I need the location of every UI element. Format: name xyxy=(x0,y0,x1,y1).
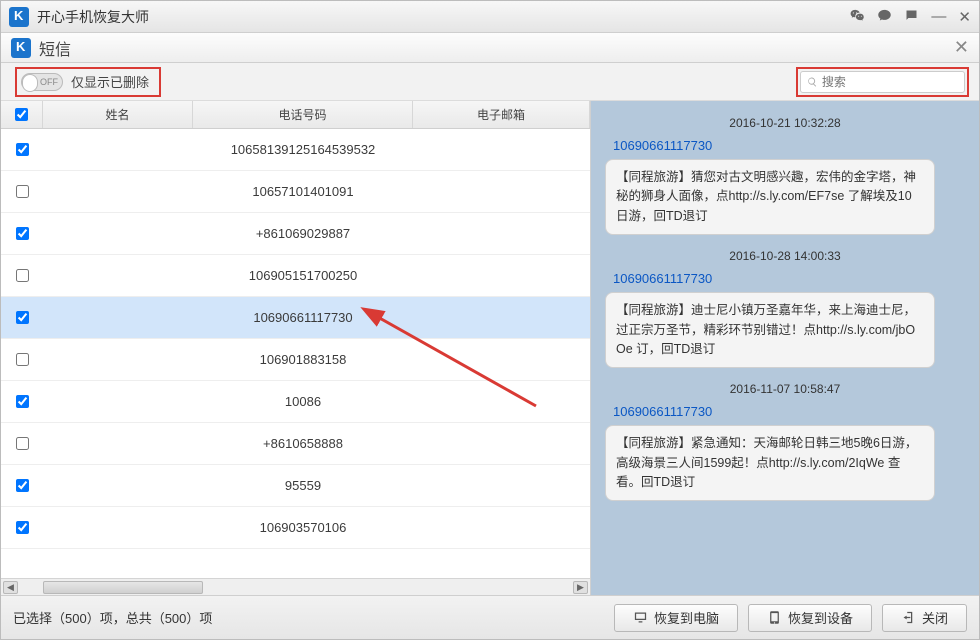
close-button[interactable]: ✕ xyxy=(958,8,971,26)
recover-pc-label: 恢复到电脑 xyxy=(654,608,719,627)
row-phone: +861069029887 xyxy=(193,226,413,241)
table-row[interactable]: 10657101401091 xyxy=(1,171,590,213)
row-checkbox-cell[interactable] xyxy=(1,395,43,408)
header-checkbox-cell[interactable] xyxy=(1,101,43,128)
table-row[interactable]: 95559 xyxy=(1,465,590,507)
table-row[interactable]: 106581391251645395​32 xyxy=(1,129,590,171)
table-body[interactable]: 106581391251645395​32 10657101401091 +8610… xyxy=(1,129,590,578)
row-checkbox[interactable] xyxy=(16,269,29,282)
chat-icon[interactable] xyxy=(877,8,892,26)
footer: 已选择（500）项，总共（500）项 恢复到电脑 恢复到设备 关闭 xyxy=(1,595,979,639)
table-row[interactable]: 106903570106 xyxy=(1,507,590,549)
status-text: 已选择（500）项，总共（500）项 xyxy=(13,608,604,627)
h-scrollbar[interactable]: ◀ ▶ xyxy=(1,578,590,595)
deleted-only-switch[interactable]: OFF xyxy=(21,73,63,91)
app-title: 开心手机恢复大师 xyxy=(37,7,850,27)
row-phone: 10657101401091 xyxy=(193,184,413,199)
message-group: 2016-10-21 10:32:28 10690661117730 【同程旅游】猜… xyxy=(605,116,965,235)
deleted-filter-box: OFF 仅显示已删除 xyxy=(15,67,161,97)
filter-row: OFF 仅显示已删除 xyxy=(1,63,979,101)
row-phone: 10086 xyxy=(193,394,413,409)
row-checkbox[interactable] xyxy=(16,185,29,198)
wechat-icon[interactable] xyxy=(850,8,865,26)
row-checkbox[interactable] xyxy=(16,227,29,240)
close-label: 关闭 xyxy=(922,608,948,627)
close-button-footer[interactable]: 关闭 xyxy=(882,604,967,632)
minimize-button[interactable]: — xyxy=(931,8,946,25)
hscroll-left[interactable]: ◀ xyxy=(3,581,18,594)
row-checkbox-cell[interactable] xyxy=(1,353,43,366)
select-all-checkbox[interactable] xyxy=(15,108,28,121)
row-checkbox-cell[interactable] xyxy=(1,185,43,198)
message-bubble[interactable]: 【同程旅游】迪士尼小镇万圣嘉年华，来上海迪士尼，过正宗万圣节，精彩环节别错过！点… xyxy=(605,292,935,368)
message-time: 2016-11-07 10:58:47 xyxy=(605,382,965,396)
section-logo xyxy=(11,38,31,58)
deleted-only-label: 仅显示已删除 xyxy=(71,72,149,91)
row-checkbox-cell[interactable] xyxy=(1,227,43,240)
recover-to-pc-button[interactable]: 恢复到电脑 xyxy=(614,604,738,632)
table-header: 姓名 电话号码 电子邮箱 xyxy=(1,101,590,129)
message-from: 10690661117730 xyxy=(613,271,965,286)
section-close[interactable]: ✕ xyxy=(954,37,969,58)
row-checkbox[interactable] xyxy=(16,311,29,324)
row-checkbox-cell[interactable] xyxy=(1,311,43,324)
row-checkbox[interactable] xyxy=(16,353,29,366)
recover-to-device-button[interactable]: 恢复到设备 xyxy=(748,604,872,632)
row-checkbox-cell[interactable] xyxy=(1,269,43,282)
titlebar: 开心手机恢复大师 — ✕ xyxy=(1,1,979,33)
search-input[interactable] xyxy=(822,75,958,89)
hscroll-right[interactable]: ▶ xyxy=(573,581,588,594)
search-field[interactable] xyxy=(800,71,965,93)
header-phone[interactable]: 电话号码 xyxy=(193,101,413,128)
row-phone: +8610658888 xyxy=(193,436,413,451)
left-table-panel: 姓名 电话号码 电子邮箱 106581391251645395​32 106571… xyxy=(1,101,591,595)
search-box-outline xyxy=(796,67,969,97)
table-row[interactable]: 10086 xyxy=(1,381,590,423)
message-bubble[interactable]: 【同程旅游】紧急通知：天海邮轮日韩三地5晚6日游，高级海景三人间1599起！点h… xyxy=(605,425,935,501)
row-checkbox[interactable] xyxy=(16,395,29,408)
row-phone: 95559 xyxy=(193,478,413,493)
feedback-icon[interactable] xyxy=(904,8,919,26)
row-phone: 106905151700250 xyxy=(193,268,413,283)
recover-dev-label: 恢复到设备 xyxy=(788,608,853,627)
row-checkbox-cell[interactable] xyxy=(1,143,43,156)
row-checkbox[interactable] xyxy=(16,521,29,534)
row-checkbox-cell[interactable] xyxy=(1,521,43,534)
row-phone: 10690661117730 xyxy=(193,310,413,325)
section-title: 短信 xyxy=(39,36,954,60)
row-checkbox[interactable] xyxy=(16,479,29,492)
pc-icon xyxy=(633,610,648,625)
message-time: 2016-10-21 10:32:28 xyxy=(605,116,965,130)
app-logo xyxy=(9,7,29,27)
header-name[interactable]: 姓名 xyxy=(43,101,193,128)
table-row[interactable]: +8610658888 xyxy=(1,423,590,465)
message-from: 10690661117730 xyxy=(613,138,965,153)
row-phone: 106901883158 xyxy=(193,352,413,367)
row-checkbox-cell[interactable] xyxy=(1,437,43,450)
message-from: 10690661117730 xyxy=(613,404,965,419)
table-row[interactable]: 106901883158 xyxy=(1,339,590,381)
exit-icon xyxy=(901,610,916,625)
message-group: 2016-10-28 14:00:33 10690661117730 【同程旅游】迪… xyxy=(605,249,965,368)
hscroll-thumb[interactable] xyxy=(43,581,203,594)
message-group: 2016-11-07 10:58:47 10690661117730 【同程旅游】紧… xyxy=(605,382,965,501)
search-icon xyxy=(807,76,818,88)
device-icon xyxy=(767,610,782,625)
message-bubble[interactable]: 【同程旅游】猜您对古文明感兴趣，宏伟的金字塔，神秘的狮身人面像，点http://… xyxy=(605,159,935,235)
row-checkbox[interactable] xyxy=(16,143,29,156)
header-email[interactable]: 电子邮箱 xyxy=(413,101,590,128)
section-header: 短信 ✕ xyxy=(1,33,979,63)
row-checkbox-cell[interactable] xyxy=(1,479,43,492)
message-time: 2016-10-28 14:00:33 xyxy=(605,249,965,263)
row-checkbox[interactable] xyxy=(16,437,29,450)
table-row[interactable]: 10690661117730 xyxy=(1,297,590,339)
message-panel[interactable]: 2016-10-21 10:32:28 10690661117730 【同程旅游】猜… xyxy=(591,101,979,595)
switch-label: OFF xyxy=(40,77,58,87)
row-phone: 106903570106 xyxy=(193,520,413,535)
table-row[interactable]: 106905151700250 xyxy=(1,255,590,297)
row-phone: 106581391251645395​32 xyxy=(193,142,413,157)
table-row[interactable]: +861069029887 xyxy=(1,213,590,255)
